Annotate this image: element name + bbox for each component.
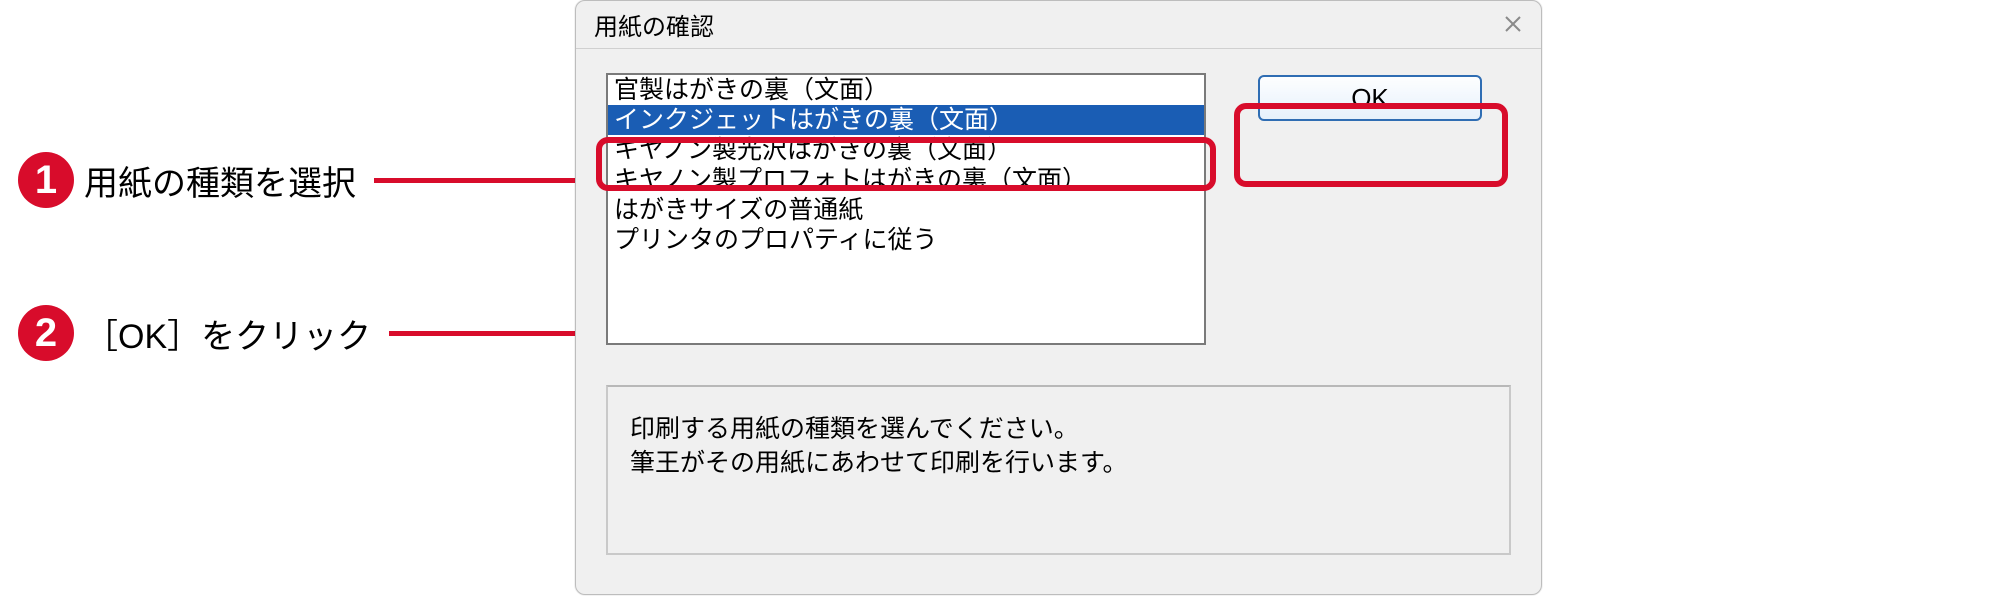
close-button[interactable] — [1493, 7, 1533, 41]
list-item[interactable]: インクジェットはがきの裏（文面） — [608, 105, 1204, 135]
dialog-titlebar: 用紙の確認 — [576, 1, 1541, 49]
info-line-2: 筆王がその用紙にあわせて印刷を行います。 — [630, 447, 1487, 481]
dialog-title: 用紙の確認 — [594, 7, 714, 42]
callout-1: 1 用紙の種類を選択 — [18, 152, 614, 208]
ok-button-label: OK — [1351, 83, 1389, 114]
ok-button[interactable]: OK — [1258, 75, 1482, 121]
info-line-1: 印刷する用紙の種類を選んでください。 — [630, 413, 1487, 447]
info-panel: 印刷する用紙の種類を選んでください。 筆王がその用紙にあわせて印刷を行います。 — [606, 385, 1511, 555]
callout-2-text: ［OK］をクリック — [84, 309, 371, 358]
callout-1-badge: 1 — [18, 152, 74, 208]
callout-2-badge: 2 — [18, 305, 74, 361]
list-item[interactable]: はがきサイズの普通紙 — [608, 195, 1204, 225]
list-item[interactable]: キヤノン製光沢はがきの裏（文面） — [608, 135, 1204, 165]
paper-confirm-dialog: 用紙の確認 官製はがきの裏（文面） インクジェットはがきの裏（文面） キヤノン製… — [575, 0, 1542, 595]
list-item[interactable]: キヤノン製プロフォトはがきの裏（文面） — [608, 165, 1204, 195]
dialog-body: 官製はがきの裏（文面） インクジェットはがきの裏（文面） キヤノン製光沢はがきの… — [576, 49, 1541, 594]
close-icon — [1504, 15, 1522, 33]
paper-type-listbox[interactable]: 官製はがきの裏（文面） インクジェットはがきの裏（文面） キヤノン製光沢はがきの… — [606, 73, 1206, 345]
list-item[interactable]: プリンタのプロパティに従う — [608, 225, 1204, 255]
callout-1-text: 用紙の種類を選択 — [84, 156, 356, 205]
list-item[interactable]: 官製はがきの裏（文面） — [608, 75, 1204, 105]
